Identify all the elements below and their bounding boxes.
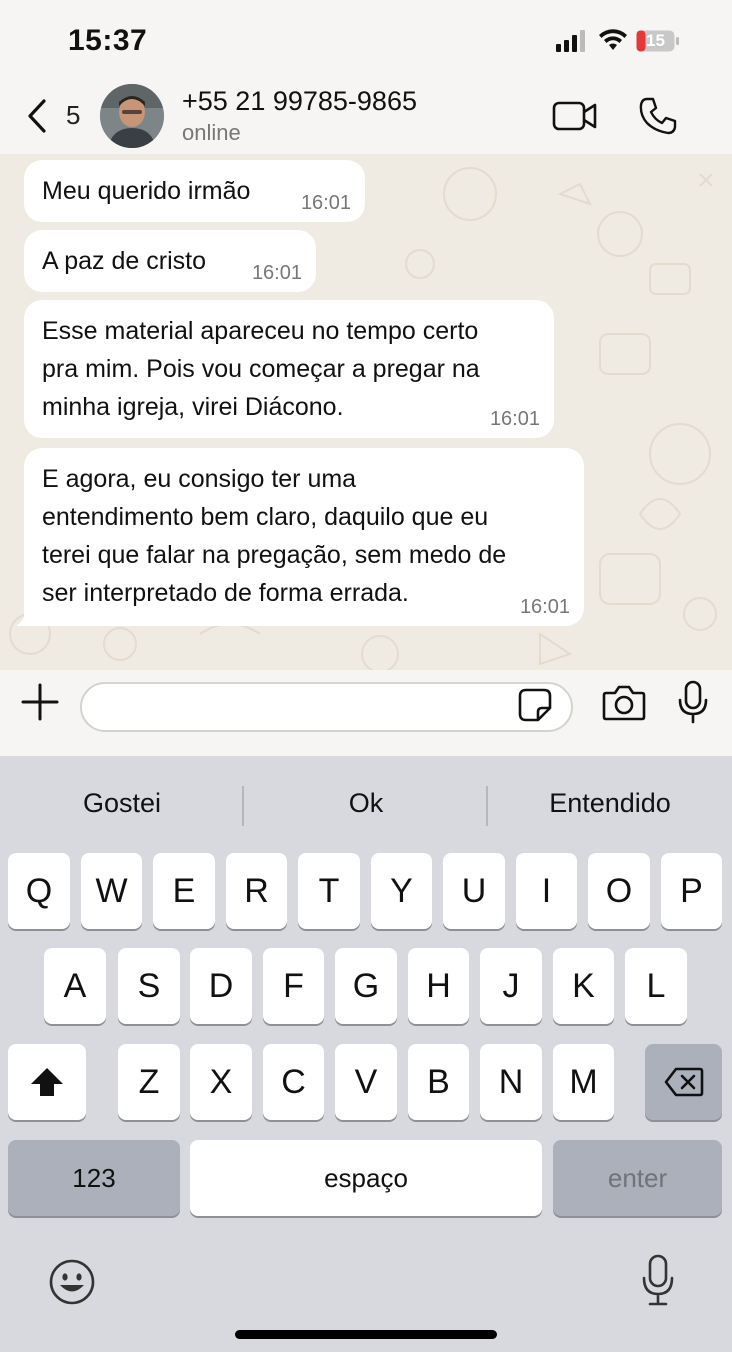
space-key[interactable]: espaço [190, 1140, 542, 1216]
suggestion-item[interactable]: Gostei [12, 788, 232, 819]
message-time: 16:01 [251, 262, 302, 284]
message-bubble[interactable]: E agora, eu consigo ter uma entendimento… [24, 448, 584, 626]
message-bubble[interactable]: Meu querido irmão 16:01 [24, 160, 365, 222]
home-indicator [235, 1330, 497, 1339]
key-r[interactable]: R [226, 853, 287, 929]
key-b[interactable]: B [408, 1044, 469, 1120]
contact-name[interactable]: +55 21 99785-9865 [182, 86, 417, 117]
key-j[interactable]: J [480, 948, 542, 1024]
phone-icon[interactable] [638, 96, 678, 136]
dictation-mic-icon[interactable] [640, 1254, 676, 1308]
message-text-line: Esse material apareceu no tempo certo [42, 317, 479, 345]
battery-icon: 15 [636, 30, 680, 52]
key-x[interactable]: X [190, 1044, 252, 1120]
key-f[interactable]: F [263, 948, 324, 1024]
key-k[interactable]: K [553, 948, 614, 1024]
message-input[interactable] [80, 682, 573, 732]
suggestion-divider [486, 786, 488, 826]
key-v[interactable]: V [335, 1044, 397, 1120]
key-u[interactable]: U [443, 853, 505, 929]
status-bar: 15:37 15 [0, 0, 732, 80]
key-c[interactable]: C [263, 1044, 324, 1120]
signal-icon [556, 30, 585, 52]
key-s[interactable]: S [118, 948, 180, 1024]
suggestion-item[interactable]: Entendido [500, 788, 720, 819]
key-m[interactable]: M [553, 1044, 614, 1120]
shift-key[interactable] [8, 1044, 86, 1120]
key-w[interactable]: W [81, 853, 142, 929]
message-composer [0, 670, 732, 756]
key-d[interactable]: D [190, 948, 252, 1024]
message-text-line: pra mim. Pois vou começar a pregar na [42, 355, 480, 383]
enter-key[interactable]: enter [553, 1140, 722, 1216]
microphone-icon[interactable] [676, 680, 710, 724]
key-e[interactable]: E [153, 853, 215, 929]
message-text-line: E agora, eu consigo ter uma [42, 465, 357, 493]
key-z[interactable]: Z [118, 1044, 180, 1120]
suggestion-divider [242, 786, 244, 826]
status-time: 15:37 [68, 24, 148, 57]
sticker-icon[interactable] [518, 688, 552, 722]
message-bubble[interactable]: Esse material apareceu no tempo certo pr… [24, 300, 554, 438]
keyboard: Gostei Ok Entendido Q W E R T Y U I O P … [0, 756, 732, 1352]
chevron-left-icon[interactable] [24, 98, 50, 134]
backspace-key[interactable] [645, 1044, 722, 1120]
message-text-line: minha igreja, virei Diácono. [42, 393, 344, 421]
camera-icon[interactable] [602, 684, 646, 722]
battery-level: 15 [646, 31, 665, 50]
shift-icon [31, 1068, 63, 1096]
message-time: 16:01 [300, 192, 351, 214]
key-y[interactable]: Y [371, 853, 432, 929]
key-a[interactable]: A [44, 948, 106, 1024]
chat-messages[interactable]: Meu querido irmão 16:01 A paz de cristo … [0, 154, 732, 670]
wifi-icon [599, 29, 627, 50]
key-n[interactable]: N [480, 1044, 542, 1120]
video-call-icon[interactable] [552, 98, 598, 134]
key-t[interactable]: T [298, 853, 360, 929]
unread-count[interactable]: 5 [66, 100, 80, 131]
emoji-icon[interactable] [48, 1258, 96, 1306]
backspace-icon [664, 1067, 703, 1097]
key-h[interactable]: H [408, 948, 469, 1024]
message-text-line: ser interpretado de forma errada. [42, 579, 409, 607]
message-bubble[interactable]: A paz de cristo 16:01 [24, 230, 316, 292]
key-q[interactable]: Q [8, 853, 70, 929]
key-o[interactable]: O [588, 853, 650, 929]
key-p[interactable]: P [661, 853, 722, 929]
avatar[interactable] [100, 84, 164, 148]
key-l[interactable]: L [625, 948, 687, 1024]
chat-header: 5 +55 21 99785-9865 online [0, 80, 732, 154]
message-text-line: entendimento bem claro, daquilo que eu [42, 503, 489, 531]
contact-status: online [182, 120, 241, 145]
key-g[interactable]: G [335, 948, 397, 1024]
suggestion-item[interactable]: Ok [256, 788, 476, 819]
message-time: 16:01 [519, 596, 570, 618]
suggestion-bar: Gostei Ok Entendido [0, 756, 732, 852]
message-text-line: terei que falar na pregação, sem medo de [42, 541, 507, 569]
plus-icon[interactable] [20, 682, 60, 722]
numbers-key[interactable]: 123 [8, 1140, 180, 1216]
message-time: 16:01 [489, 408, 540, 430]
bubble-tail [16, 602, 36, 626]
key-i[interactable]: I [516, 853, 577, 929]
